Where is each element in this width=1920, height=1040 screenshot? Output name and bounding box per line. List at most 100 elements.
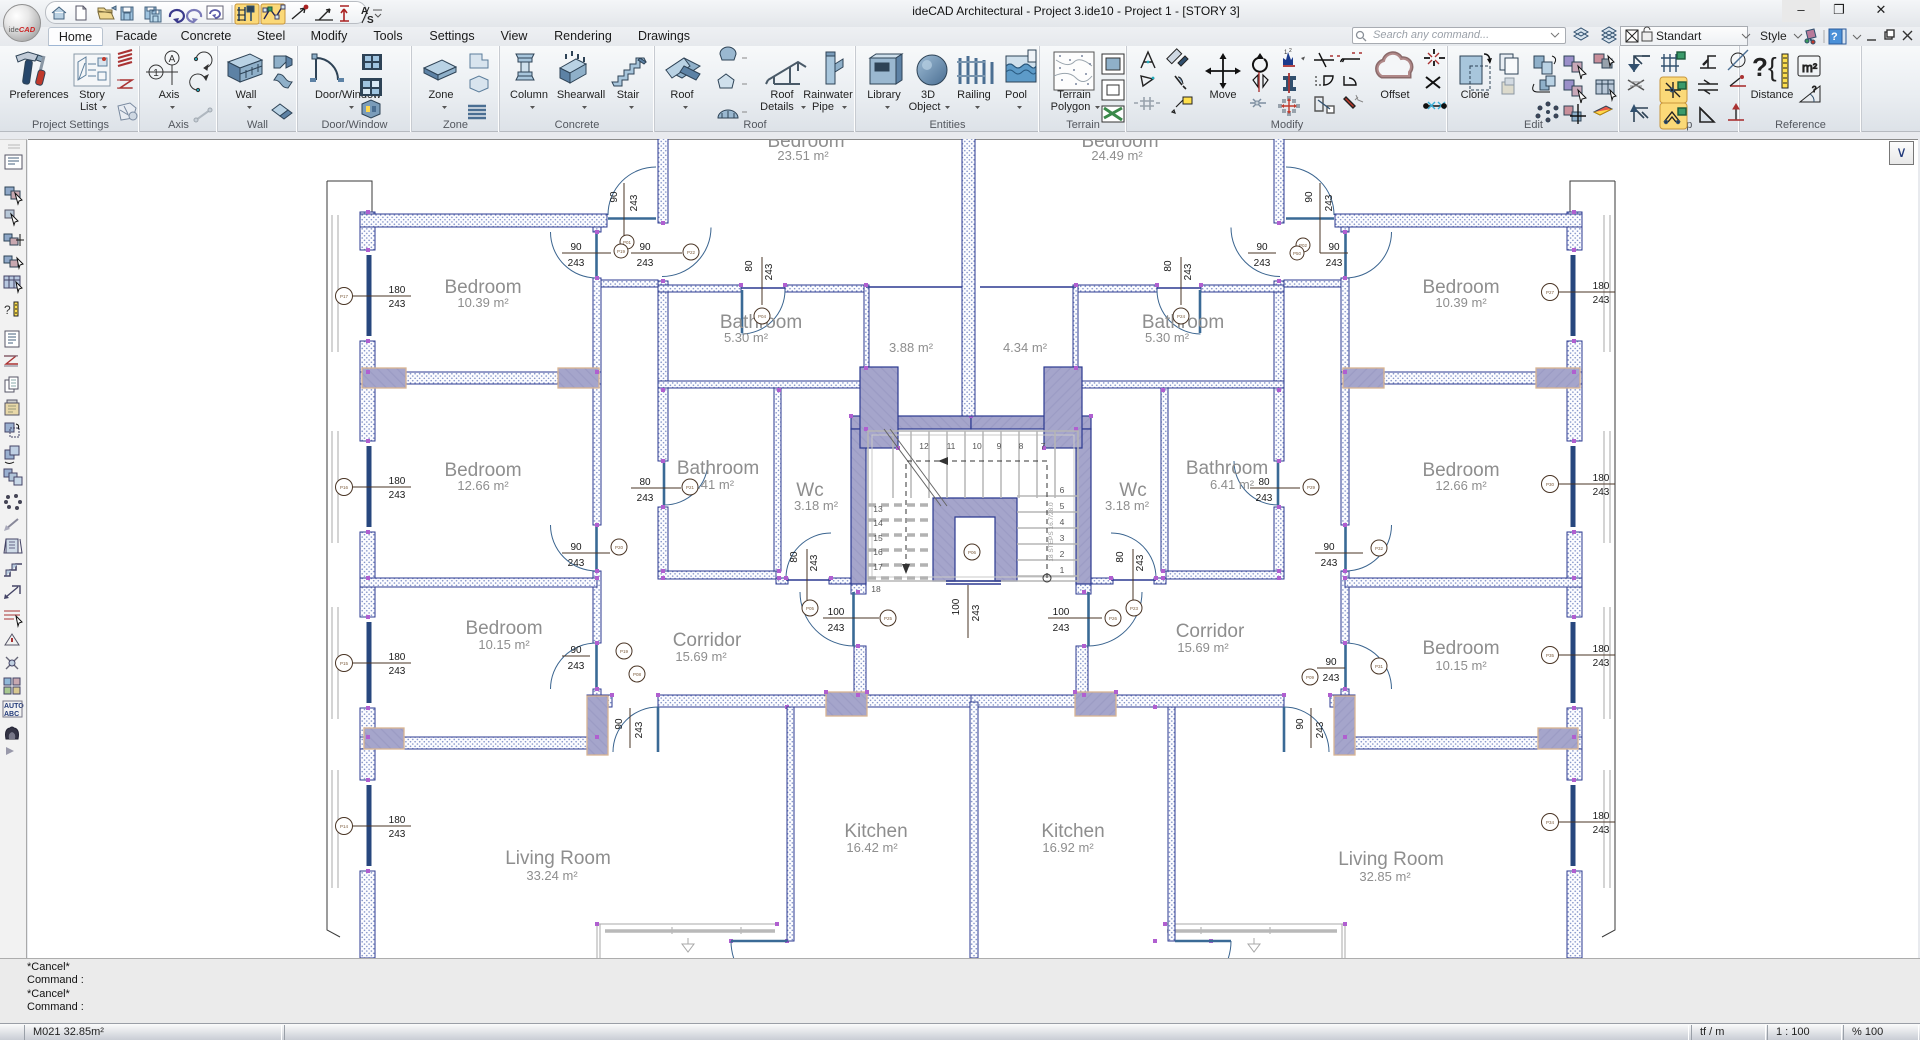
svg-text:180: 180 <box>1593 644 1610 655</box>
svg-text:90: 90 <box>1256 242 1268 253</box>
svg-text:10.15 m²: 10.15 m² <box>1435 658 1487 673</box>
svg-text:180: 180 <box>389 285 406 296</box>
svg-text:5.30 m²: 5.30 m² <box>724 330 769 345</box>
svg-text:P14: P14 <box>340 824 349 829</box>
svg-text:12.66 m²: 12.66 m² <box>1435 478 1487 493</box>
svg-text:90: 90 <box>1323 542 1335 553</box>
svg-text:P23: P23 <box>1130 606 1139 611</box>
svg-text:243: 243 <box>1135 554 1146 571</box>
svg-text:Corridor: Corridor <box>1176 621 1245 642</box>
svg-text:180: 180 <box>389 652 406 663</box>
svg-text:10: 10 <box>972 441 982 451</box>
svg-text:5: 5 <box>1060 501 1065 511</box>
svg-text:243: 243 <box>1321 558 1338 569</box>
svg-text:17: 17 <box>873 562 883 572</box>
svg-text:7: 7 <box>1041 441 1046 451</box>
svg-text:90: 90 <box>1295 718 1306 730</box>
svg-text:5.30 m²: 5.30 m² <box>1145 330 1190 345</box>
svg-text:P21: P21 <box>686 485 695 490</box>
svg-text:90: 90 <box>609 191 620 203</box>
svg-text:180: 180 <box>1593 811 1610 822</box>
svg-text:15: 15 <box>873 533 883 543</box>
svg-text:243: 243 <box>1324 194 1335 211</box>
svg-text:243: 243 <box>629 194 640 211</box>
svg-text:P25: P25 <box>884 616 893 621</box>
svg-text:P06: P06 <box>968 550 977 555</box>
svg-text:P31: P31 <box>1375 664 1384 669</box>
svg-text:P19: P19 <box>617 249 626 254</box>
svg-text:S: S <box>367 15 374 26</box>
svg-text:P27: P27 <box>1546 290 1555 295</box>
svg-text:AUTO: AUTO <box>4 703 24 710</box>
svg-text:?: ? <box>4 303 11 317</box>
svg-text:24.49 m²: 24.49 m² <box>1091 148 1143 163</box>
svg-text:243: 243 <box>568 558 585 569</box>
svg-text:P20: P20 <box>615 545 624 550</box>
svg-text:P24: P24 <box>1177 314 1186 319</box>
svg-text:243: 243 <box>1256 493 1273 504</box>
svg-text:243: 243 <box>637 493 654 504</box>
svg-text:243: 243 <box>1315 721 1326 738</box>
svg-text:16.42 m²: 16.42 m² <box>846 840 898 855</box>
svg-text:A: A <box>169 54 176 65</box>
svg-text:243: 243 <box>1323 673 1340 684</box>
svg-text:90: 90 <box>1325 657 1337 668</box>
svg-text:90: 90 <box>639 242 651 253</box>
svg-text:P16: P16 <box>340 485 349 490</box>
svg-text:243: 243 <box>568 258 585 269</box>
svg-text:243: 243 <box>634 721 645 738</box>
svg-text:Bathroom: Bathroom <box>677 458 759 479</box>
svg-text:18: 18 <box>871 584 881 594</box>
svg-text:P30: P30 <box>1546 482 1555 487</box>
svg-text:Corridor: Corridor <box>673 630 742 651</box>
svg-text:90: 90 <box>614 718 625 730</box>
svg-text:4.34 m²: 4.34 m² <box>1003 340 1048 355</box>
svg-text:23.51 m²: 23.51 m² <box>777 148 829 163</box>
svg-text:180: 180 <box>389 815 406 826</box>
svg-text:Living Room: Living Room <box>1338 849 1444 870</box>
svg-text:243: 243 <box>1053 623 1070 634</box>
svg-text:P19: P19 <box>620 649 629 654</box>
svg-text:P22: P22 <box>687 250 696 255</box>
svg-text:243: 243 <box>971 604 982 621</box>
svg-text:243: 243 <box>1593 487 1610 498</box>
svg-text:P26: P26 <box>1109 616 1118 621</box>
svg-text:80: 80 <box>789 551 800 563</box>
svg-text:243: 243 <box>809 554 820 571</box>
svg-text:80: 80 <box>1115 551 1126 563</box>
svg-text:90: 90 <box>570 645 582 656</box>
svg-text:180: 180 <box>1593 281 1610 292</box>
svg-text:80: 80 <box>744 260 755 272</box>
svg-text:{: { <box>1768 52 1777 82</box>
svg-text:1: 1 <box>153 68 159 79</box>
svg-text:180: 180 <box>389 476 406 487</box>
svg-text:12: 12 <box>919 441 929 451</box>
svg-text:80: 80 <box>639 477 651 488</box>
svg-text:243: 243 <box>1326 258 1343 269</box>
svg-text:P09: P09 <box>1306 675 1315 680</box>
svg-text:P08: P08 <box>633 672 642 677</box>
svg-text:243: 243 <box>828 623 845 634</box>
svg-text:33.24 m²: 33.24 m² <box>526 868 578 883</box>
svg-text:14: 14 <box>873 518 883 528</box>
svg-text:18 STEPS 16.7/28.0: 18 STEPS 16.7/28.0 <box>1048 502 1055 562</box>
svg-text:12.66 m²: 12.66 m² <box>457 478 509 493</box>
svg-text:6: 6 <box>1060 485 1065 495</box>
svg-text:?: ? <box>1812 85 1817 94</box>
svg-text:13: 13 <box>873 504 883 514</box>
svg-text:m²: m² <box>1802 60 1818 75</box>
svg-text:P32: P32 <box>1375 546 1384 551</box>
svg-text:243: 243 <box>389 299 406 310</box>
svg-text:9: 9 <box>997 441 1002 451</box>
svg-text:100: 100 <box>1053 607 1070 618</box>
svg-text:3: 3 <box>1060 533 1065 543</box>
svg-text:3.18 m²: 3.18 m² <box>1105 498 1150 513</box>
svg-text:P17: P17 <box>340 294 349 299</box>
svg-text:Bathroom: Bathroom <box>1186 458 1268 479</box>
svg-text:90: 90 <box>1304 191 1315 203</box>
svg-text:P35: P35 <box>1546 653 1555 658</box>
svg-text:16: 16 <box>873 547 883 557</box>
svg-text:243: 243 <box>1593 295 1610 306</box>
svg-text:32.85 m²: 32.85 m² <box>1359 869 1411 884</box>
svg-text:2: 2 <box>1060 549 1065 559</box>
